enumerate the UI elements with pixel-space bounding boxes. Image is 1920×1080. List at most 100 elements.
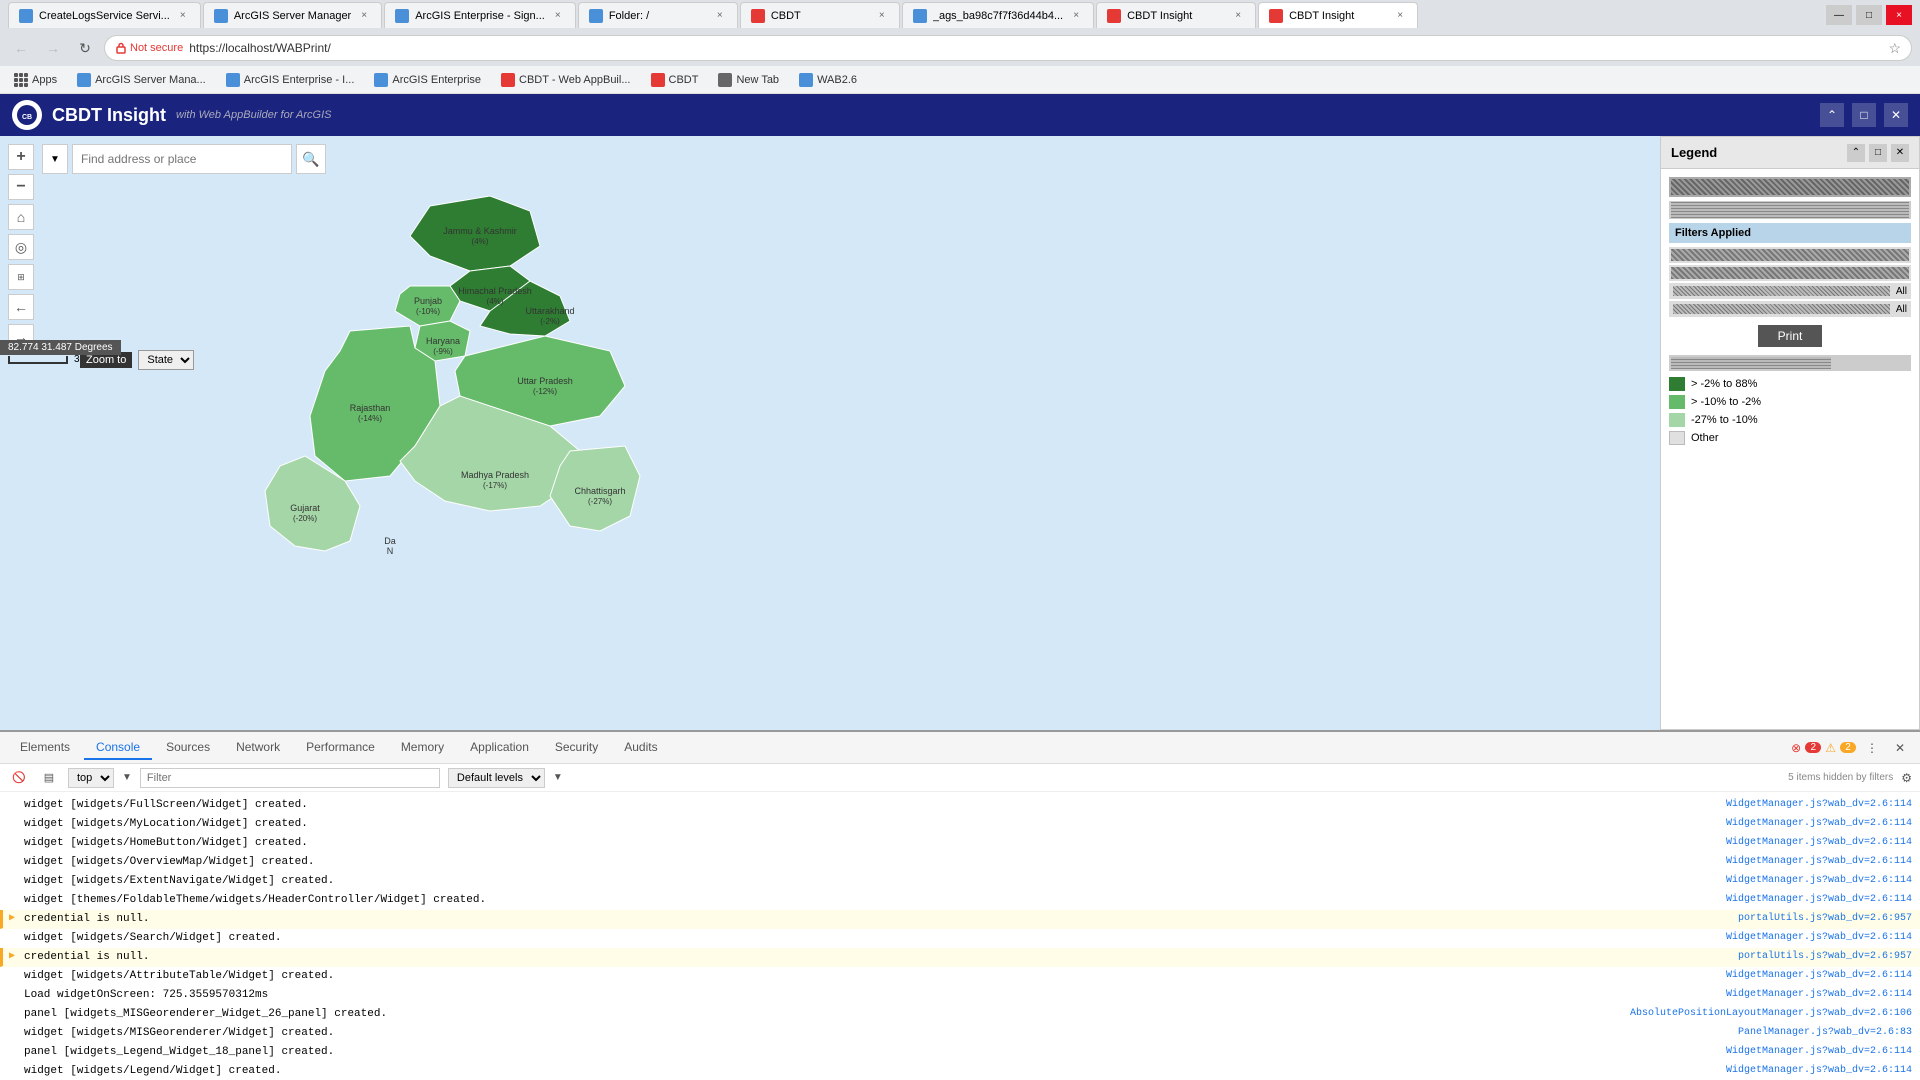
tab-close-7[interactable]: × xyxy=(1393,9,1407,23)
tab-label-0: CreateLogsService Servi... xyxy=(39,10,170,22)
close-button[interactable]: × xyxy=(1886,5,1912,25)
console-source-1[interactable]: WidgetManager.js?wab_dv=2.6:114 xyxy=(1716,816,1912,832)
app-logo: CB xyxy=(12,100,42,130)
console-toggle-button[interactable]: ▤ xyxy=(38,767,60,789)
bookmark-cbdt[interactable]: CBDT xyxy=(645,71,705,89)
bookmark-cbdt-webappbuilder[interactable]: CBDT - Web AppBuil... xyxy=(495,71,636,89)
prev-extent-button[interactable]: ← xyxy=(8,294,34,320)
search-submit-button[interactable]: 🔍 xyxy=(296,144,326,174)
devtools-tab-console[interactable]: Console xyxy=(84,736,152,760)
tab-1[interactable]: ArcGIS Server Manager × xyxy=(203,2,382,28)
address-bar[interactable]: Not secure https://localhost/WABPrint/ ☆ xyxy=(104,35,1912,61)
tab-close-4[interactable]: × xyxy=(875,9,889,23)
header-restore-button[interactable]: □ xyxy=(1852,103,1876,127)
tab-5[interactable]: _ags_ba98c7f7f36d44b4... × xyxy=(902,2,1094,28)
map-container[interactable]: + − ⌂ ◎ ⊞ ← → ▼ 🔍 xyxy=(0,136,1920,730)
legend-maximize-button[interactable]: □ xyxy=(1869,144,1887,162)
console-source-5[interactable]: WidgetManager.js?wab_dv=2.6:114 xyxy=(1716,892,1912,908)
tab-close-0[interactable]: × xyxy=(176,9,190,23)
location-button[interactable]: ◎ xyxy=(8,234,34,260)
devtools-tab-memory[interactable]: Memory xyxy=(389,736,456,760)
console-line-12: widget [widgets/MISGeorenderer/Widget] c… xyxy=(0,1024,1920,1043)
tab-close-1[interactable]: × xyxy=(357,9,371,23)
console-source-10[interactable]: WidgetManager.js?wab_dv=2.6:114 xyxy=(1716,987,1912,1003)
header-close-button[interactable]: ✕ xyxy=(1884,103,1908,127)
print-button[interactable]: Print xyxy=(1758,325,1823,347)
devtools-settings-button[interactable]: ⋮ xyxy=(1860,736,1884,760)
items-hidden-label: 5 items hidden by filters xyxy=(1788,772,1893,783)
devtools-tab-performance[interactable]: Performance xyxy=(294,736,387,760)
devtools-tab-sources[interactable]: Sources xyxy=(154,736,222,760)
console-source-12[interactable]: PanelManager.js?wab_dv=2.6:83 xyxy=(1728,1025,1912,1041)
label-da: Da xyxy=(384,536,396,546)
tab-7[interactable]: CBDT Insight × xyxy=(1258,2,1418,28)
bookmark-new-tab[interactable]: New Tab xyxy=(712,71,785,89)
tab-close-2[interactable]: × xyxy=(551,9,565,23)
console-source-11[interactable]: AbsolutePositionLayoutManager.js?wab_dv=… xyxy=(1620,1006,1912,1022)
search-input[interactable] xyxy=(72,144,292,174)
tab-6[interactable]: CBDT Insight × xyxy=(1096,2,1256,28)
devtools-tab-network[interactable]: Network xyxy=(224,736,292,760)
bookmark-arcgis-enterprise[interactable]: ArcGIS Enterprise - I... xyxy=(220,71,361,89)
console-settings-icon[interactable]: ⚙ xyxy=(1901,771,1912,785)
state-jammu-kashmir[interactable] xyxy=(410,196,540,271)
tab-close-6[interactable]: × xyxy=(1231,9,1245,23)
legend-label-3: Other xyxy=(1691,432,1719,444)
state-punjab[interactable] xyxy=(395,286,460,326)
console-source-7[interactable]: WidgetManager.js?wab_dv=2.6:114 xyxy=(1716,930,1912,946)
console-output[interactable]: widget [widgets/FullScreen/Widget] creat… xyxy=(0,792,1920,1080)
console-text-8: credential is null. xyxy=(24,949,1728,965)
console-source-4[interactable]: WidgetManager.js?wab_dv=2.6:114 xyxy=(1716,873,1912,889)
tab-close-3[interactable]: × xyxy=(713,9,727,23)
console-clear-button[interactable]: 🚫 xyxy=(8,767,30,789)
legend-label-2: -27% to -10% xyxy=(1691,414,1758,426)
console-source-2[interactable]: WidgetManager.js?wab_dv=2.6:114 xyxy=(1716,835,1912,851)
console-filter-input[interactable] xyxy=(140,768,440,788)
bookmark-arcgis-server[interactable]: ArcGIS Server Mana... xyxy=(71,71,212,89)
console-source-9[interactable]: WidgetManager.js?wab_dv=2.6:114 xyxy=(1716,968,1912,984)
bookmark-star-icon[interactable]: ☆ xyxy=(1888,40,1901,57)
tab-0[interactable]: CreateLogsService Servi... × xyxy=(8,2,201,28)
minimize-button[interactable]: — xyxy=(1826,5,1852,25)
tab-label-3: Folder: / xyxy=(609,10,707,22)
level-select[interactable]: Default levels xyxy=(448,768,545,788)
header-collapse-button[interactable]: ⌃ xyxy=(1820,103,1844,127)
devtools-close-button[interactable]: ✕ xyxy=(1888,736,1912,760)
bookmark-arcgis-enterprise2[interactable]: ArcGIS Enterprise xyxy=(368,71,487,89)
devtools-panel: Elements Console Sources Network Perform… xyxy=(0,730,1920,1080)
bookmark-wab[interactable]: WAB2.6 xyxy=(793,71,863,89)
legend-collapse-button[interactable]: ⌃ xyxy=(1847,144,1865,162)
bookmark-apps[interactable]: Apps xyxy=(8,71,63,89)
maximize-button[interactable]: □ xyxy=(1856,5,1882,25)
console-source-3[interactable]: WidgetManager.js?wab_dv=2.6:114 xyxy=(1716,854,1912,870)
tab-4[interactable]: CBDT × xyxy=(740,2,900,28)
legend-controls: ⌃ □ ✕ xyxy=(1847,144,1909,162)
console-source-14[interactable]: WidgetManager.js?wab_dv=2.6:114 xyxy=(1716,1063,1912,1079)
search-dropdown-button[interactable]: ▼ xyxy=(42,144,68,174)
devtools-tab-application[interactable]: Application xyxy=(458,736,541,760)
console-source-6[interactable]: portalUtils.js?wab_dv=2.6:957 xyxy=(1728,911,1912,927)
tab-close-5[interactable]: × xyxy=(1069,9,1083,23)
legend-close-button[interactable]: ✕ xyxy=(1891,144,1909,162)
devtools-tab-audits[interactable]: Audits xyxy=(612,736,669,760)
zoom-out-button[interactable]: − xyxy=(8,174,34,200)
forward-button[interactable]: → xyxy=(40,35,66,61)
zoom-in-button[interactable]: + xyxy=(8,144,34,170)
console-line-5: widget [themes/FoldableTheme/widgets/Hea… xyxy=(0,891,1920,910)
devtools-tab-security[interactable]: Security xyxy=(543,736,610,760)
console-source-8[interactable]: portalUtils.js?wab_dv=2.6:957 xyxy=(1728,949,1912,965)
context-selector[interactable]: top xyxy=(68,768,114,788)
overview-map-button[interactable]: ⊞ xyxy=(8,264,34,290)
reload-button[interactable]: ↻ xyxy=(72,35,98,61)
back-button[interactable]: ← xyxy=(8,35,34,61)
zoom-to-select[interactable]: State xyxy=(138,350,194,370)
console-source-0[interactable]: WidgetManager.js?wab_dv=2.6:114 xyxy=(1716,797,1912,813)
level-down-icon: ▼ xyxy=(553,772,563,783)
console-line-6: ▶ credential is null. portalUtils.js?wab… xyxy=(0,910,1920,929)
tab-2[interactable]: ArcGIS Enterprise - Sign... × xyxy=(384,2,576,28)
home-button[interactable]: ⌂ xyxy=(8,204,34,230)
tab-3[interactable]: Folder: / × xyxy=(578,2,738,28)
svg-text:CB: CB xyxy=(22,114,32,121)
devtools-tab-elements[interactable]: Elements xyxy=(8,736,82,760)
console-source-13[interactable]: WidgetManager.js?wab_dv=2.6:114 xyxy=(1716,1044,1912,1060)
